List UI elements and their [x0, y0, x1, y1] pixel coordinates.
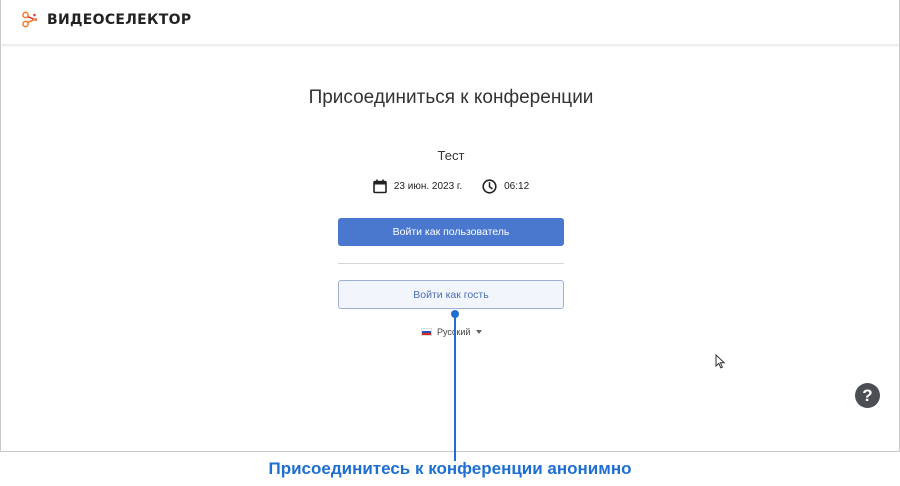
- conference-date: 23 июн. 2023 г.: [373, 179, 462, 194]
- browser-viewport: ВИДЕОСЕЛЕКТОР Присоединиться к конференц…: [0, 0, 900, 452]
- mouse-cursor-icon: [715, 354, 726, 369]
- help-button[interactable]: ?: [855, 383, 880, 408]
- divider: [338, 263, 564, 264]
- callout-dot: [451, 310, 459, 318]
- time-text: 06:12: [504, 181, 530, 192]
- top-header: ВИДЕОСЕЛЕКТОР: [1, 0, 899, 45]
- conference-time: 06:12: [482, 179, 529, 194]
- login-as-user-button[interactable]: Войти как пользователь: [338, 218, 564, 246]
- app-logo[interactable]: ВИДЕОСЕЛЕКТОР: [21, 11, 191, 29]
- page-title: Присоединиться к конференции: [308, 87, 594, 108]
- chevron-down-icon: [476, 330, 483, 334]
- conference-name: Тест: [437, 148, 465, 163]
- russian-flag-icon: [421, 328, 432, 336]
- logo-text: ВИДЕОСЕЛЕКТОР: [47, 12, 192, 28]
- conference-meta: 23 июн. 2023 г. 06:12: [1, 179, 899, 194]
- callout-line: [454, 313, 456, 461]
- login-as-guest-button[interactable]: Войти как гость: [338, 280, 564, 309]
- callout-caption: Присоединитесь к конференции анонимно: [268, 459, 632, 478]
- calendar-icon: [373, 179, 387, 194]
- language-selector[interactable]: Русский: [421, 327, 483, 337]
- logo-icon: [22, 11, 38, 28]
- clock-icon: [482, 179, 497, 194]
- date-text: 23 июн. 2023 г.: [393, 181, 463, 192]
